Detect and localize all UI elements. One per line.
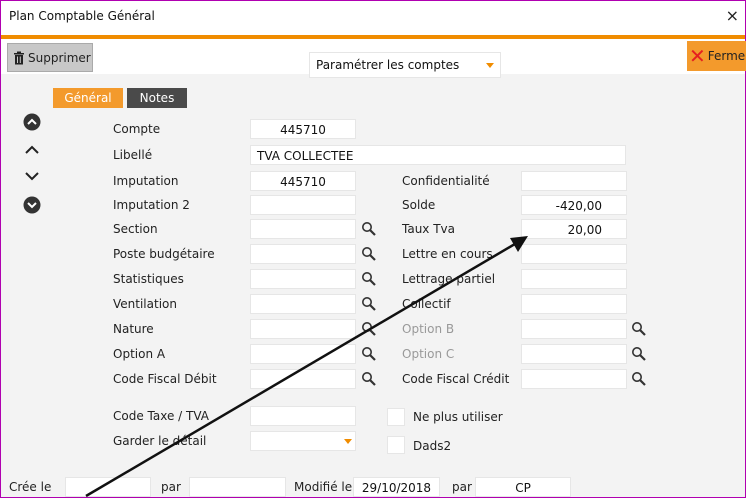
search-icon[interactable] (361, 246, 377, 262)
confidentialite-label: Confidentialité (402, 174, 490, 188)
ne-plus-utiliser-checkbox[interactable] (387, 408, 405, 426)
par2-label: par (452, 480, 472, 494)
window-title: Plan Comptable Général (9, 9, 155, 23)
dads2-checkbox[interactable] (387, 436, 405, 454)
code-fiscal-debit-field[interactable] (250, 369, 356, 389)
confidentialite-field[interactable] (521, 171, 627, 191)
search-icon[interactable] (631, 321, 647, 337)
previous-record-icon[interactable] (23, 141, 41, 159)
search-icon[interactable] (631, 346, 647, 362)
taux-tva-label: Taux Tva (402, 222, 456, 236)
ventilation-field[interactable] (250, 294, 356, 314)
search-icon[interactable] (361, 296, 377, 312)
close-icon[interactable]: × (726, 6, 739, 25)
solde-field[interactable]: -420,00 (521, 195, 627, 215)
garder-detail-select[interactable] (250, 431, 356, 451)
solde-label: Solde (402, 198, 436, 212)
delete-button-label: Supprimer (28, 50, 91, 65)
modifie-le-field[interactable]: 29/10/2018 (353, 477, 440, 497)
compte-label: Compte (113, 122, 161, 136)
chevron-down-icon (486, 63, 494, 68)
search-icon[interactable] (361, 346, 377, 362)
lettrage-partiel-label: Lettrage partiel (402, 272, 496, 286)
chevron-down-icon (344, 439, 352, 444)
lettre-en-cours-label: Lettre en cours (402, 247, 493, 261)
title-bar: Plan Comptable Général × (1, 1, 745, 35)
statistiques-label: Statistiques (113, 272, 184, 286)
libelle-field[interactable]: TVA COLLECTEE (250, 145, 626, 165)
imputation-field[interactable]: 445710 (250, 171, 356, 191)
section-field[interactable] (250, 219, 356, 239)
taux-tva-field[interactable]: 20,00 (521, 219, 627, 239)
last-record-icon[interactable] (23, 196, 41, 214)
code-taxe-label: Code Taxe / TVA (113, 409, 209, 423)
search-icon[interactable] (631, 371, 647, 387)
collectif-field[interactable] (521, 294, 627, 314)
cree-le-label: Crée le (9, 480, 52, 494)
search-icon[interactable] (361, 371, 377, 387)
cree-le-field[interactable] (65, 477, 151, 497)
garder-detail-label: Garder le détail (113, 434, 207, 448)
compte-field[interactable]: 445710 (250, 119, 356, 139)
trash-icon (14, 51, 24, 64)
code-fiscal-credit-field[interactable] (521, 369, 627, 389)
close-button[interactable]: ✕ Fermer (687, 41, 746, 71)
imputation2-label: Imputation 2 (113, 198, 190, 212)
optionB-label: Option B (402, 322, 455, 336)
section-label: Section (113, 222, 158, 236)
search-icon[interactable] (361, 271, 377, 287)
action-dropdown-value: Paramétrer les comptes (316, 58, 460, 72)
search-icon[interactable] (361, 221, 377, 237)
libelle-label: Libellé (113, 148, 153, 162)
action-dropdown[interactable]: Paramétrer les comptes (309, 52, 501, 78)
delete-button[interactable]: Supprimer (7, 43, 93, 72)
dads2-label: Dads2 (413, 439, 452, 453)
optionC-label: Option C (402, 347, 455, 361)
tab-general[interactable]: Général (53, 88, 123, 108)
par-field[interactable] (189, 477, 286, 497)
window: Plan Comptable Général × Supprimer Param… (0, 0, 746, 498)
optionA-label: Option A (113, 347, 166, 361)
poste-field[interactable] (250, 244, 356, 264)
close-x-icon: ✕ (689, 44, 706, 68)
optionC-field[interactable] (521, 344, 627, 364)
optionA-field[interactable] (250, 344, 356, 364)
imputation2-field[interactable] (250, 195, 356, 215)
statistiques-field[interactable] (250, 269, 356, 289)
optionB-field[interactable] (521, 319, 627, 339)
imputation-label: Imputation (113, 174, 179, 188)
ventilation-label: Ventilation (113, 297, 177, 311)
par2-field[interactable]: CP (475, 477, 571, 497)
nature-label: Nature (113, 322, 154, 336)
modifie-le-label: Modifié le (294, 480, 353, 494)
first-record-icon[interactable] (23, 113, 41, 131)
lettre-en-cours-field[interactable] (521, 244, 627, 264)
code-fiscal-debit-label: Code Fiscal Débit (113, 372, 217, 386)
close-button-label: Fermer (707, 49, 746, 63)
code-fiscal-credit-label: Code Fiscal Crédit (402, 372, 510, 386)
lettrage-partiel-field[interactable] (521, 269, 627, 289)
nature-field[interactable] (250, 319, 356, 339)
par-label: par (161, 480, 181, 494)
tab-notes[interactable]: Notes (127, 88, 187, 108)
ne-plus-utiliser-label: Ne plus utiliser (413, 410, 503, 424)
poste-label: Poste budgétaire (113, 247, 215, 261)
collectif-label: Collectif (402, 297, 451, 311)
next-record-icon[interactable] (23, 167, 41, 185)
search-icon[interactable] (361, 321, 377, 337)
code-taxe-field[interactable] (250, 406, 356, 426)
